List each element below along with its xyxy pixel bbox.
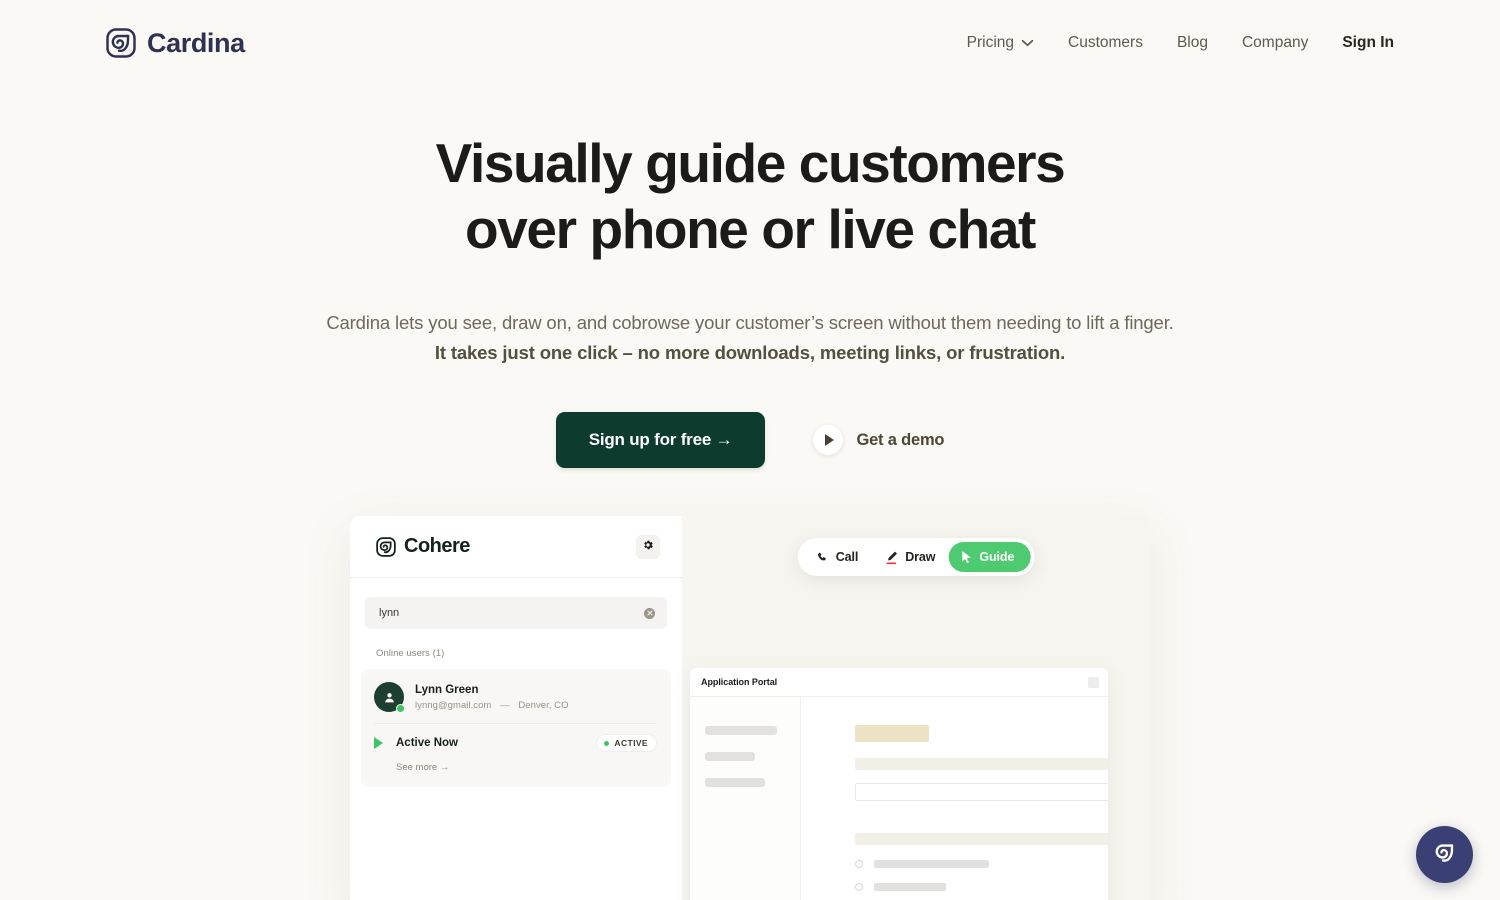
play-icon (374, 737, 383, 749)
search-input-value: lynn (379, 607, 400, 619)
nav-item-company[interactable]: Company (1225, 35, 1325, 51)
gear-icon (642, 538, 654, 556)
list-item[interactable]: Lynn Green lynng@gmail.com — Denver, CO … (361, 669, 671, 787)
skeleton-radio-row[interactable] (855, 883, 1108, 891)
hero-subtext-bold: It takes just one click – no more downlo… (434, 342, 1066, 363)
portal-titlebar: Application Portal (690, 668, 1108, 697)
call-label: Call (835, 550, 859, 564)
nav-item-blog[interactable]: Blog (1160, 35, 1225, 51)
see-more-link[interactable]: See more → (374, 751, 656, 773)
get-a-demo-button[interactable]: Get a demo (813, 425, 944, 455)
user-location: Denver, CO (518, 700, 569, 711)
nav-item-pricing-label: Pricing (966, 34, 1015, 52)
skeleton-input[interactable] (855, 783, 1108, 801)
cohere-spiral-logo-icon (376, 536, 396, 557)
radio-icon[interactable] (855, 883, 863, 891)
call-button[interactable]: Call (816, 550, 872, 564)
hero-subtext: Cardina lets you see, draw on, and cobro… (0, 308, 1500, 367)
draw-button[interactable]: Draw (871, 550, 948, 565)
sign-up-button[interactable]: Sign up for free → (555, 412, 766, 468)
skeleton-field-label (855, 758, 1108, 770)
get-a-demo-label: Get a demo (856, 430, 945, 449)
nav-item-company-label: Company (1241, 34, 1309, 52)
guide-label: Guide (979, 550, 1015, 564)
cta-row: Sign up for free → Get a demo (0, 412, 1500, 468)
chevron-down-icon (1021, 35, 1034, 51)
draw-label: Draw (905, 550, 936, 564)
nav-item-pricing[interactable]: Pricing (950, 35, 1051, 51)
brand-name: Cardina (147, 27, 245, 58)
cardina-spiral-logo-icon (1431, 839, 1459, 870)
hero-subtext-regular: Cardina lets you see, draw on, and cobro… (326, 312, 1174, 333)
cardina-chat-widget-button[interactable] (1416, 826, 1473, 883)
cohere-app-name: Cohere (404, 535, 470, 557)
agent-panel: Cohere lynn Online users (1) Lynn Green … (350, 516, 682, 900)
user-meta: lynng@gmail.com — Denver, CO (415, 700, 569, 711)
window-square-icon[interactable] (1088, 676, 1099, 688)
skeleton-bar (874, 860, 989, 868)
skeleton-field-label (855, 833, 1108, 845)
headline-line-1: Visually guide customers (435, 132, 1066, 194)
status-badge-label: ACTIVE (614, 738, 648, 748)
nav-item-customers[interactable]: Customers (1051, 35, 1160, 51)
settings-button[interactable] (636, 534, 660, 559)
cursor-arrow-icon (960, 550, 972, 564)
search-input[interactable]: lynn (365, 597, 667, 629)
status-badge: ACTIVE (597, 735, 656, 751)
user-name: Lynn Green (415, 684, 479, 696)
portal-main-content (801, 697, 1108, 900)
skeleton-radio-row[interactable] (855, 860, 1108, 868)
pencil-icon (884, 550, 898, 565)
online-status-dot (396, 704, 405, 713)
nav-item-sign-in-label: Sign In (1342, 34, 1394, 52)
user-meta-separator: — (500, 700, 510, 711)
cohere-brand: Cohere (376, 535, 470, 558)
user-info: Lynn Green lynng@gmail.com — Denver, CO (415, 683, 569, 711)
application-portal-window: Application Portal (690, 668, 1108, 900)
user-email: lynng@gmail.com (415, 700, 492, 711)
agent-panel-header: Cohere (350, 516, 682, 578)
page-title: Visually guide customers over phone or l… (0, 130, 1500, 262)
brand-logo[interactable]: Cardina (106, 28, 245, 58)
portal-sidebar (690, 697, 801, 900)
cobrowse-toolbar: Call Draw Guide (797, 538, 1035, 576)
nav-item-customers-label: Customers (1068, 34, 1143, 52)
nav-item-sign-in[interactable]: Sign In (1325, 35, 1394, 51)
hero-section: Visually guide customers over phone or l… (0, 130, 1500, 468)
headline-line-2: over phone or live chat (465, 198, 1036, 260)
clear-search-icon[interactable] (644, 607, 655, 619)
product-mockup: Cohere lynn Online users (1) Lynn Green … (350, 516, 1150, 900)
skeleton-bar (874, 883, 946, 891)
user-header: Lynn Green lynng@gmail.com — Denver, CO (374, 682, 656, 724)
main-nav: Pricing Customers Blog Company Sign In (950, 35, 1394, 51)
online-users-label: Online users (1) (376, 648, 445, 659)
skeleton-heading (855, 725, 929, 742)
radio-icon[interactable] (855, 860, 863, 868)
guide-button[interactable]: Guide (948, 542, 1031, 572)
play-icon (813, 425, 844, 455)
portal-title: Application Portal (701, 677, 778, 687)
skeleton-bar (705, 752, 755, 761)
search-wrapper: lynn (350, 578, 682, 629)
phone-icon (816, 551, 829, 564)
portal-form (855, 725, 1108, 900)
customer-screen-area: Call Draw Guide Application Portal (682, 516, 1150, 900)
cardina-spiral-logo-icon (106, 28, 136, 58)
landing-page: Cardina Pricing Customers Blog Company S… (0, 0, 1500, 900)
portal-body (690, 697, 1108, 900)
user-status-row: Active Now ACTIVE (374, 724, 656, 751)
status-badge-dot (604, 740, 610, 746)
site-header: Cardina Pricing Customers Blog Company S… (0, 0, 1500, 86)
avatar (374, 682, 405, 713)
user-status-label: Active Now (396, 737, 458, 749)
nav-item-blog-label: Blog (1176, 34, 1208, 52)
skeleton-bar (705, 778, 765, 787)
skeleton-bar (705, 726, 777, 735)
